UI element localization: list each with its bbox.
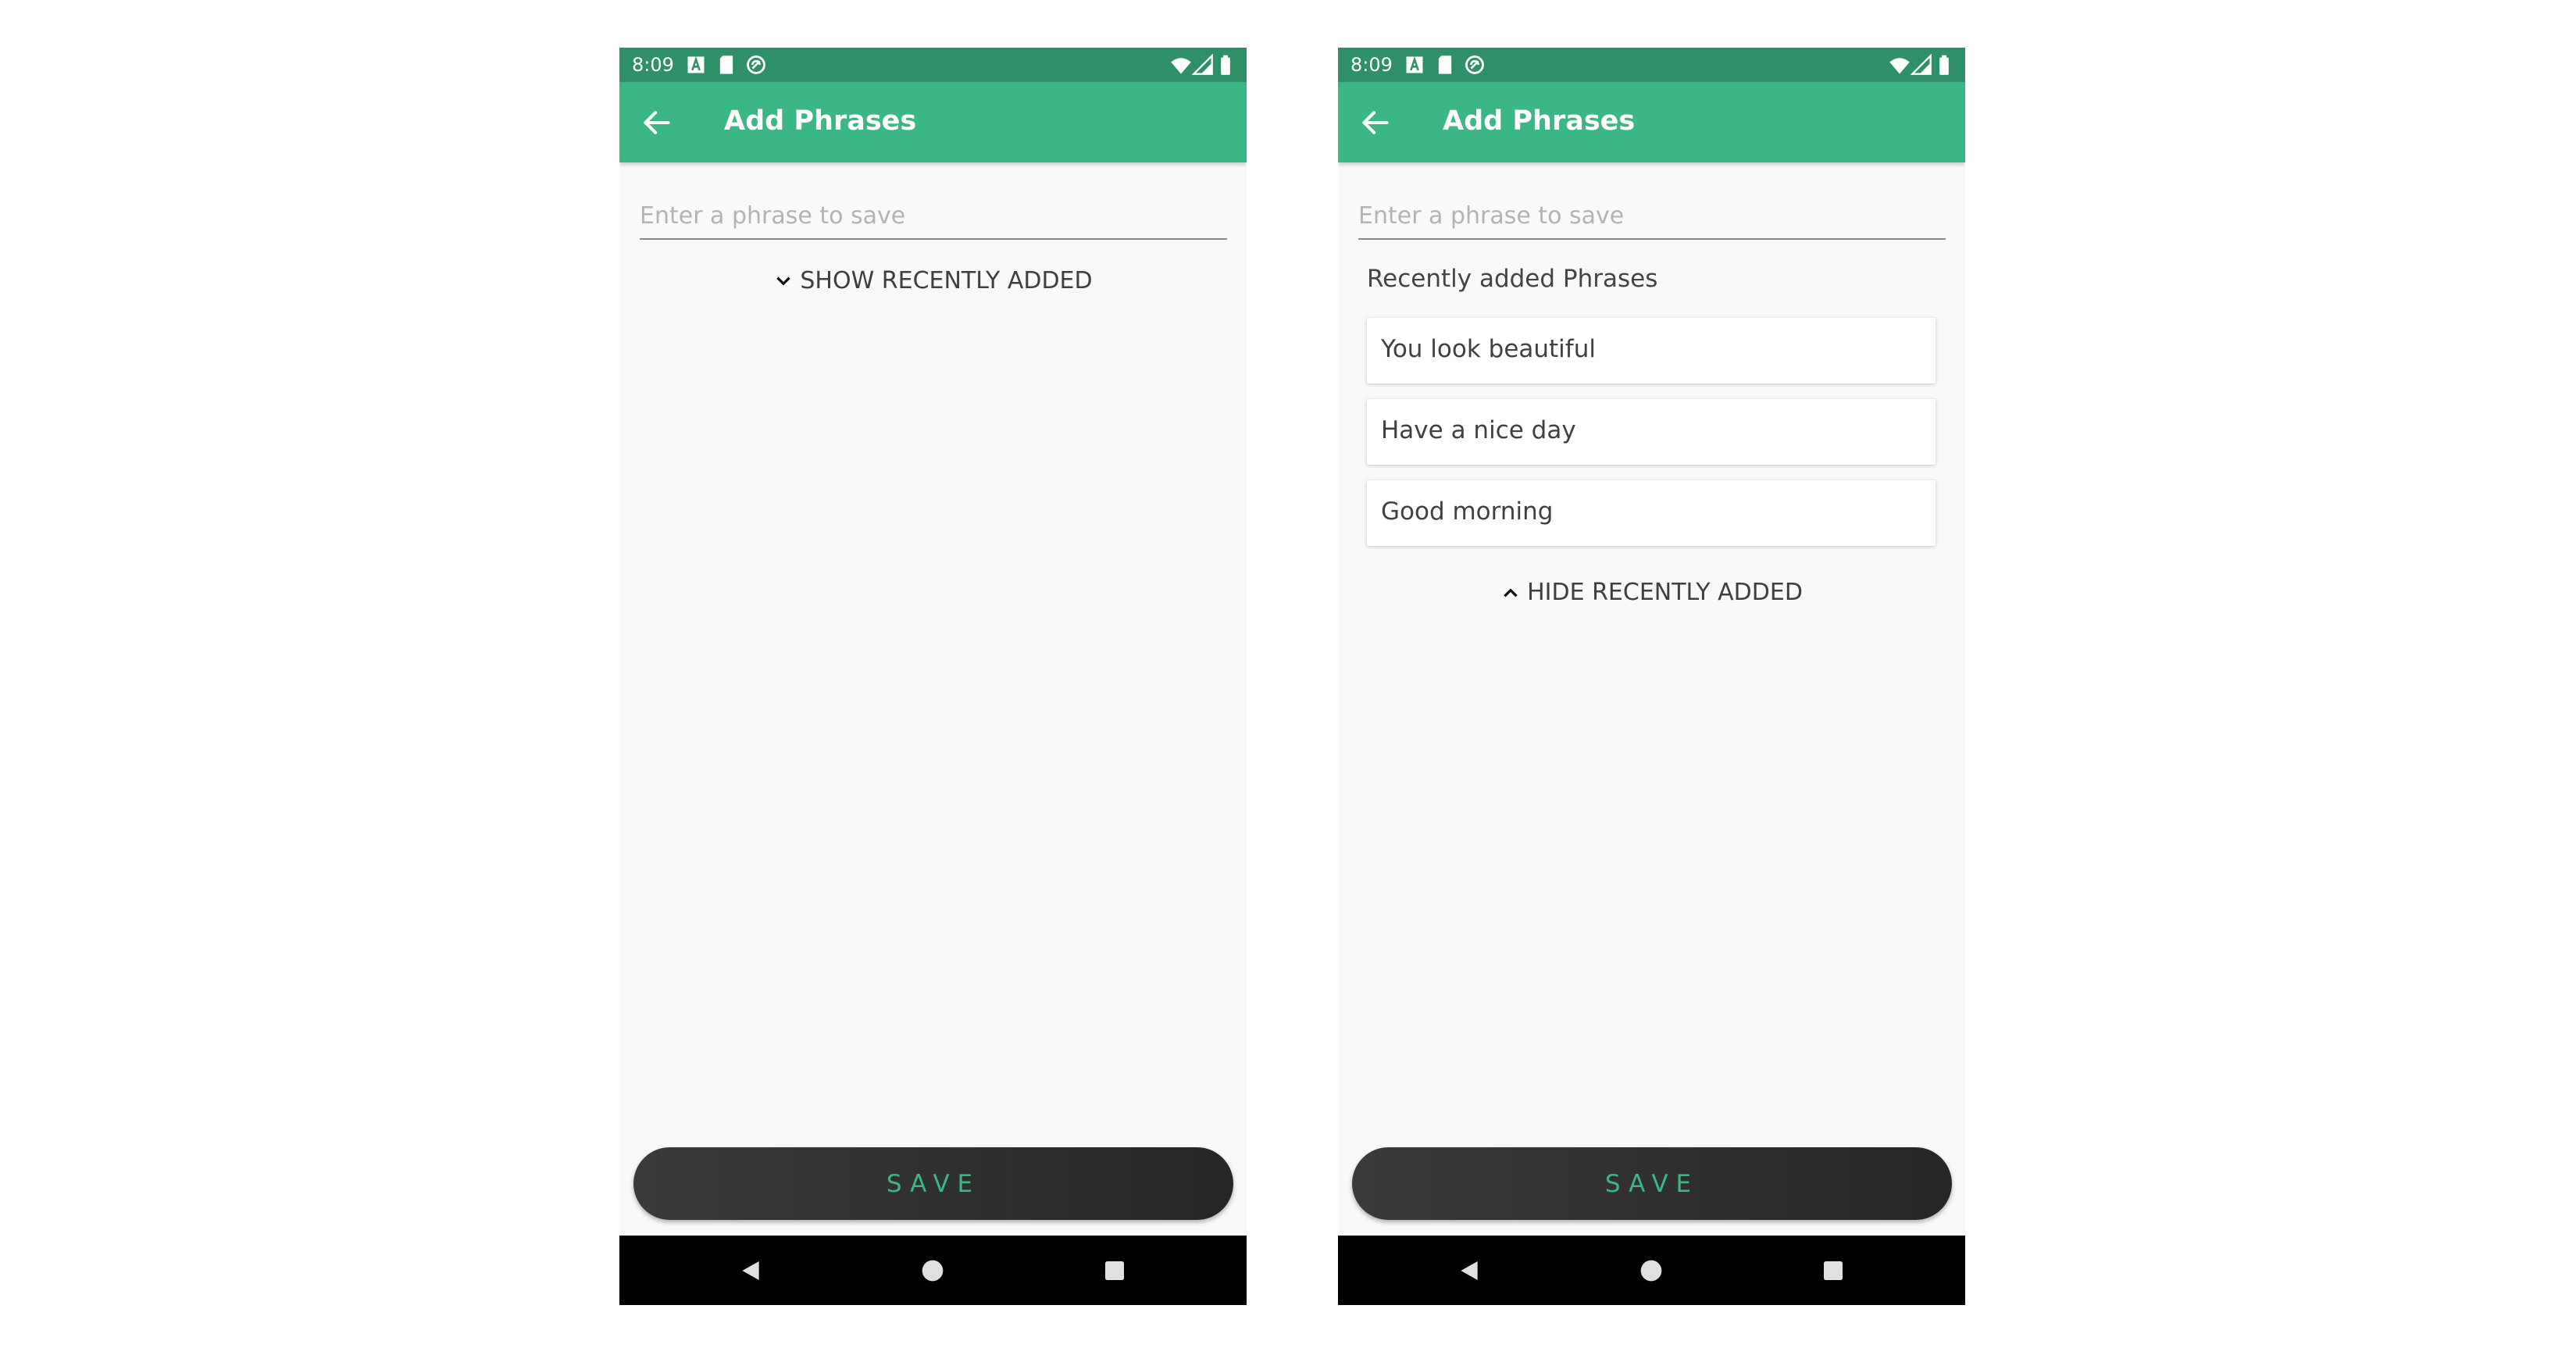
phone-screen-expanded: 8:09 Add Phrases Recently added Phrases … — [1338, 48, 1965, 1305]
recent-phrase-text: You look beautiful — [1381, 335, 1596, 363]
back-arrow-icon[interactable] — [640, 105, 674, 140]
phrase-input-wrapper — [1358, 193, 1946, 240]
status-time: 8:09 — [632, 54, 674, 76]
wifi-icon — [1171, 58, 1191, 74]
status-bar: 8:09 — [1338, 48, 1965, 82]
nav-back-icon[interactable] — [1457, 1258, 1482, 1283]
signal-icon — [1192, 54, 1213, 75]
nav-back-icon[interactable] — [738, 1258, 763, 1283]
navigation-bar — [1338, 1236, 1965, 1305]
nav-home-icon[interactable] — [920, 1258, 945, 1283]
recent-phrase-text: Have a nice day — [1381, 416, 1576, 444]
save-button[interactable]: SAVE — [633, 1147, 1233, 1220]
recent-phrase-item[interactable]: Good morning — [1367, 480, 1936, 546]
phrase-input-wrapper — [640, 193, 1227, 240]
recent-phrase-item[interactable]: You look beautiful — [1367, 318, 1936, 383]
sd-card-icon — [719, 55, 733, 74]
save-button-label: SAVE — [886, 1169, 981, 1198]
recent-phrase-text: Good morning — [1381, 497, 1554, 526]
nav-home-icon[interactable] — [1639, 1258, 1664, 1283]
navigation-bar — [619, 1236, 1247, 1305]
notification-a-icon — [687, 55, 705, 73]
page-title: Add Phrases — [724, 105, 917, 137]
phrase-input[interactable] — [640, 193, 1227, 240]
chevron-down-icon — [776, 276, 791, 286]
toggle-label: HIDE RECENTLY ADDED — [1527, 579, 1803, 606]
wifi-icon — [1889, 58, 1910, 74]
show-recently-added-toggle[interactable]: SHOW RECENTLY ADDED — [619, 267, 1247, 294]
nav-recents-icon[interactable] — [1102, 1258, 1127, 1283]
recent-phrase-item[interactable]: Have a nice day — [1367, 399, 1936, 465]
back-arrow-icon[interactable] — [1358, 105, 1393, 140]
status-bar: 8:09 — [619, 48, 1247, 82]
chevron-up-icon — [1504, 587, 1518, 597]
save-button[interactable]: SAVE — [1352, 1147, 1952, 1220]
phone-screen-collapsed: 8:09 Add Phrases SHOW RECENTLY ADDED SAV… — [619, 48, 1247, 1305]
sync-icon — [747, 55, 765, 74]
page-title: Add Phrases — [1443, 105, 1636, 137]
nav-recents-icon[interactable] — [1821, 1258, 1846, 1283]
hide-recently-added-toggle[interactable]: HIDE RECENTLY ADDED — [1338, 579, 1965, 606]
notification-a-icon — [1406, 55, 1423, 73]
battery-icon — [1221, 55, 1230, 75]
app-bar: Add Phrases — [1338, 82, 1965, 162]
sd-card-icon — [1438, 55, 1452, 74]
status-time: 8:09 — [1350, 54, 1393, 76]
recent-phrases-heading: Recently added Phrases — [1367, 265, 1658, 293]
battery-icon — [1939, 55, 1949, 75]
save-button-label: SAVE — [1604, 1169, 1700, 1198]
sync-icon — [1465, 55, 1484, 74]
phrase-input[interactable] — [1358, 193, 1946, 240]
signal-icon — [1911, 54, 1932, 75]
app-bar: Add Phrases — [619, 82, 1247, 162]
toggle-label: SHOW RECENTLY ADDED — [800, 267, 1093, 294]
